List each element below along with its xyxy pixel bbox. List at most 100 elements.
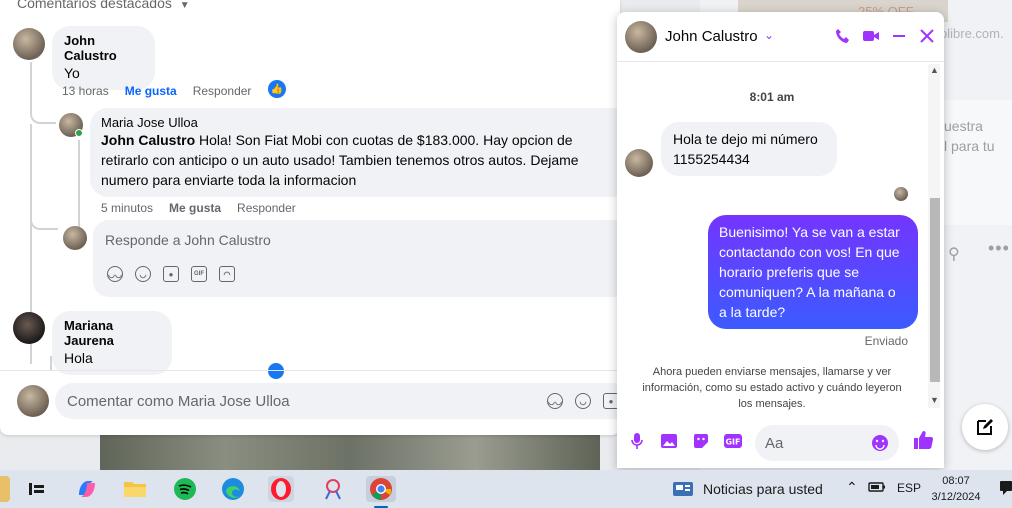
reply-box[interactable]: Responde a John Calustro ◡◡ ◡ ● GIF ◠ [93,220,620,297]
message-input[interactable]: Aa [755,425,899,461]
comment-placeholder: Comentar como Maria Jose Ulloa [67,393,290,410]
microphone-icon[interactable] [625,430,649,452]
emoji-icon[interactable]: ◡ [575,393,591,409]
post-photo [100,435,600,470]
avatar[interactable] [13,312,45,344]
chevron-down-icon[interactable]: ⌄ [764,28,774,42]
svg-text:GIF: GIF [725,438,740,447]
gif-icon[interactable]: GIF [191,266,207,282]
phone-icon[interactable] [833,26,853,46]
widget-icon[interactable] [0,476,10,502]
comment-bubble: Mariana Jaurena Hola [52,311,172,375]
new-message-button[interactable] [962,404,1008,450]
comments-panel: Comentarios destacados ▼ John Calustro Y… [0,0,620,435]
comment-time[interactable]: 5 minutos [101,201,153,215]
seen-avatar [894,187,908,201]
message-input-placeholder: Aa [765,435,784,452]
thumbs-up-icon[interactable] [910,427,936,453]
chat-composer: GIF Aa [617,417,944,468]
compose-icon [977,419,993,435]
like-link[interactable]: Me gusta [169,201,221,215]
message-status: Enviado [864,334,908,348]
outgoing-message[interactable]: Buenisimo! Ya se van a estar contactando… [708,215,918,329]
notification-icon[interactable] [1000,480,1012,499]
search-icon[interactable]: ⚲ [948,244,960,264]
clock-time: 08:07 [942,475,970,487]
comment-input[interactable]: Comentar como Maria Jose Ulloa ◡◡ ◡ ● [55,383,620,419]
message-timestamp: 8:01 am [749,90,795,104]
photo-icon[interactable] [657,430,681,452]
language-indicator[interactable]: ESP [897,481,921,495]
background-text-2: l para tu [944,138,995,154]
news-icon[interactable] [670,476,696,502]
chrome-icon[interactable] [366,476,396,502]
close-icon[interactable] [917,26,937,46]
comment-author[interactable]: Mariana Jaurena [64,318,160,348]
emoji-icon[interactable] [871,434,889,457]
comments-filter[interactable]: Comentarios destacados ▼ [17,0,190,11]
contact-avatar [625,149,653,177]
thread-line [30,202,58,230]
comment-text: John Calustro Hola! Son Fiat Mobi con cu… [101,130,619,190]
sticker-icon[interactable]: ◡◡ [547,393,563,409]
online-status-dot [75,129,83,137]
contact-name[interactable]: John Calustro [665,28,758,45]
video-call-icon[interactable] [861,26,881,46]
thread-line [30,62,56,124]
avatar[interactable] [13,28,45,60]
mention-link[interactable]: John Calustro [101,132,195,148]
message-list: 8:01 am Hola te dejo mi número 115525443… [617,62,944,414]
copilot-icon[interactable] [74,476,100,502]
reply-placeholder: Responde a John Calustro [105,232,271,248]
reply-toolbar: ◡◡ ◡ ● GIF ◠ [107,266,235,282]
avatar [63,226,87,250]
edge-icon[interactable] [220,476,246,502]
divider [0,370,620,371]
clock-date: 3/12/2024 [931,491,981,503]
reply-link[interactable]: Responder [237,201,296,215]
file-explorer-icon[interactable] [122,476,148,502]
chevron-up-icon[interactable]: ⌃ [846,479,858,496]
comment-actions: 5 minutos Me gusta Responder [101,201,296,215]
contact-avatar[interactable] [625,21,657,53]
scrollbar-thumb[interactable] [930,198,940,382]
background-text-1: uestra [944,118,983,134]
camera-icon[interactable]: ● [163,266,179,282]
battery-icon[interactable] [868,481,886,496]
comment-author[interactable]: John Calustro [64,33,143,63]
spotify-icon[interactable] [172,476,198,502]
thread-line [78,140,80,240]
sticker-icon[interactable] [689,430,713,452]
reply-link[interactable]: Responder [193,84,252,98]
incoming-message[interactable]: Hola te dejo mi número 1155254434 [661,122,837,176]
news-widget-label[interactable]: Noticias para usted [703,481,823,497]
scroll-up-arrow[interactable]: ▲ [930,65,939,75]
background-url-text: plibre.com. [940,26,1004,41]
comment-time[interactable]: 13 horas [62,84,109,98]
comments-filter-label: Comentarios destacados [17,0,172,11]
thumbs-up-icon: 👍 [268,80,286,98]
app-icon[interactable] [320,476,346,502]
scroll-down-arrow[interactable]: ▼ [930,395,939,405]
task-view-icon[interactable] [24,476,50,502]
clock[interactable]: 08:07 3/12/2024 [922,473,990,505]
opera-icon[interactable] [268,476,294,502]
avatar-sticker-icon[interactable]: ◠ [219,266,235,282]
comment-text: Hola [64,350,93,366]
avatar [17,385,49,417]
taskbar: Noticias para usted ⌃ ESP 08:07 3/12/202… [0,470,1012,508]
minimize-icon[interactable] [889,26,909,46]
gif-icon[interactable]: GIF [721,430,745,452]
comment-bubble: Maria Jose Ulloa John Calustro Hola! Son… [90,108,620,197]
comment-author[interactable]: Maria Jose Ulloa [101,115,619,130]
sticker-icon[interactable]: ◡◡ [107,266,123,282]
more-options-icon[interactable]: ••• [988,238,1010,259]
thumbs-up-icon [268,363,284,379]
emoji-icon[interactable]: ◡ [135,266,151,282]
chat-header: John Calustro ⌄ [617,12,944,62]
like-link[interactable]: Me gusta [125,84,177,98]
chat-info-notice: Ahora pueden enviarse mensajes, llamarse… [642,366,902,410]
comment-bubble: John Calustro Yo [52,26,155,90]
comment-text: Yo [64,65,80,81]
comment-actions: 13 horas Me gusta Responder [62,84,251,98]
